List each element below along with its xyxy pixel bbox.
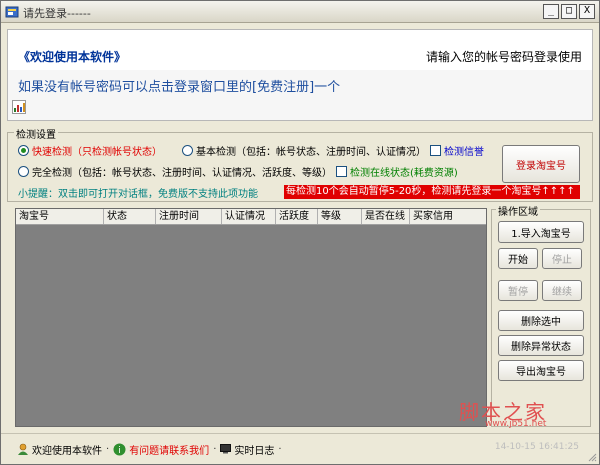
- resume-button[interactable]: 继续: [542, 280, 582, 301]
- status-welcome-text: 欢迎使用本软件: [32, 445, 102, 457]
- credit-checkbox[interactable]: [430, 145, 441, 156]
- close-button[interactable]: X: [579, 4, 595, 19]
- fast-detect-row: 快速检测 （只检测帐号状态）: [18, 143, 162, 158]
- delete-selected-button[interactable]: 删除选中: [498, 310, 584, 331]
- maximize-button[interactable]: □: [561, 4, 577, 19]
- fast-detect-desc: （只检测帐号状态）: [72, 147, 162, 158]
- monitor-icon: [220, 444, 232, 454]
- tip-text: 小提醒：双击即可打开对话框，免费版不支持此项功能: [18, 189, 258, 200]
- delete-abnormal-button[interactable]: 删除异常状态: [498, 335, 584, 356]
- full-detect-radio[interactable]: [18, 166, 29, 177]
- status-log-text[interactable]: 实时日志: [234, 442, 274, 457]
- column-header[interactable]: 认证情况: [222, 209, 276, 224]
- online-desc: (耗费资源): [410, 168, 458, 179]
- main-window: 请先登录------ _ □ X 《欢迎使用本软件》 请输入您的帐号密码登录使用…: [0, 0, 600, 465]
- column-header[interactable]: 活跃度: [276, 209, 318, 224]
- column-header[interactable]: 买家信用: [410, 209, 486, 224]
- banner-info-area: 如果没有帐号密码可以点击登录窗口里的[免费注册]一个: [8, 70, 592, 120]
- detect-settings-group: 检测设置 快速检测 （只检测帐号状态） 基本检测 （包括：帐号状态、注册时间、认…: [7, 126, 593, 202]
- credit-label[interactable]: 检测信誉: [444, 143, 484, 158]
- full-detect-label[interactable]: 完全检测: [32, 164, 72, 179]
- results-table[interactable]: 淘宝号 状态 注册时间 认证情况 活跃度 等级 是否在线 买家信用: [15, 208, 487, 427]
- banner-hint: 请输入您的帐号密码登录使用: [425, 50, 582, 64]
- info-icon: i: [113, 443, 126, 456]
- minimize-button[interactable]: _: [543, 4, 559, 19]
- column-header[interactable]: 是否在线: [362, 209, 410, 224]
- export-button[interactable]: 导出淘宝号: [498, 360, 584, 381]
- online-label[interactable]: 检测在线状态: [350, 164, 410, 179]
- column-header[interactable]: 淘宝号: [16, 209, 104, 224]
- basic-detect-radio[interactable]: [182, 145, 193, 156]
- pause-button[interactable]: 暂停: [498, 280, 538, 301]
- fast-detect-label[interactable]: 快速检测: [32, 143, 72, 158]
- start-button[interactable]: 开始: [498, 248, 538, 269]
- basic-detect-row: 基本检测 （包括：帐号状态、注册时间、认证情况） 检测信誉: [182, 143, 484, 158]
- user-icon: [18, 443, 28, 455]
- status-time: 14-10-15 16:41:25: [494, 442, 579, 452]
- status-log[interactable]: 实时日志: [220, 442, 274, 457]
- operations-panel: 操作区域 1.导入淘宝号 开始 停止 暂停 继续 删除选中 删除异常状态 导出淘…: [491, 203, 591, 427]
- watermark-url: www.jb51.net: [485, 419, 547, 429]
- status-welcome: 欢迎使用本软件: [17, 442, 102, 457]
- table-header: 淘宝号 状态 注册时间 认证情况 活跃度 等级 是否在线 买家信用: [16, 209, 486, 225]
- banner: 《欢迎使用本软件》 请输入您的帐号密码登录使用 如果没有帐号密码可以点击登录窗口…: [7, 29, 593, 121]
- online-checkbox[interactable]: [336, 166, 347, 177]
- chart-icon: [12, 100, 26, 114]
- basic-detect-label[interactable]: 基本检测: [196, 143, 236, 158]
- banner-welcome: 《欢迎使用本软件》: [18, 50, 127, 64]
- full-detect-row: 完全检测 （包括：帐号状态、注册时间、认证情况、活跃度、等级） 检测在线状态 (…: [18, 164, 458, 179]
- basic-detect-desc: （包括：帐号状态、注册时间、认证情况）: [236, 147, 426, 158]
- stop-button[interactable]: 停止: [542, 248, 582, 269]
- window-controls: _ □ X: [543, 4, 595, 19]
- warning-bar: 每检测10个会自动暂停5-20秒，检测请先登录一个淘宝号↑↑↑↑: [284, 185, 580, 199]
- svg-text:i: i: [118, 446, 121, 456]
- operations-legend: 操作区域: [496, 203, 540, 218]
- import-button[interactable]: 1.导入淘宝号: [498, 221, 584, 243]
- fast-detect-radio[interactable]: [18, 145, 29, 156]
- banner-info: 如果没有帐号密码可以点击登录窗口里的[免费注册]一个: [18, 80, 341, 95]
- column-header[interactable]: 等级: [318, 209, 362, 224]
- column-header[interactable]: 注册时间: [156, 209, 222, 224]
- title-bar[interactable]: 请先登录------ _ □ X: [1, 1, 599, 23]
- detect-settings-legend: 检测设置: [14, 126, 58, 141]
- status-contact[interactable]: i 有问题请联系我们: [113, 442, 209, 457]
- column-header[interactable]: 状态: [104, 209, 156, 224]
- full-detect-desc: （包括：帐号状态、注册时间、认证情况、活跃度、等级）: [72, 168, 332, 179]
- window-title: 请先登录------: [23, 7, 91, 20]
- resize-grip-icon[interactable]: [587, 452, 597, 462]
- status-contact-text[interactable]: 有问题请联系我们: [129, 442, 209, 457]
- app-icon: [5, 6, 19, 18]
- login-taobao-button[interactable]: 登录淘宝号: [502, 145, 580, 183]
